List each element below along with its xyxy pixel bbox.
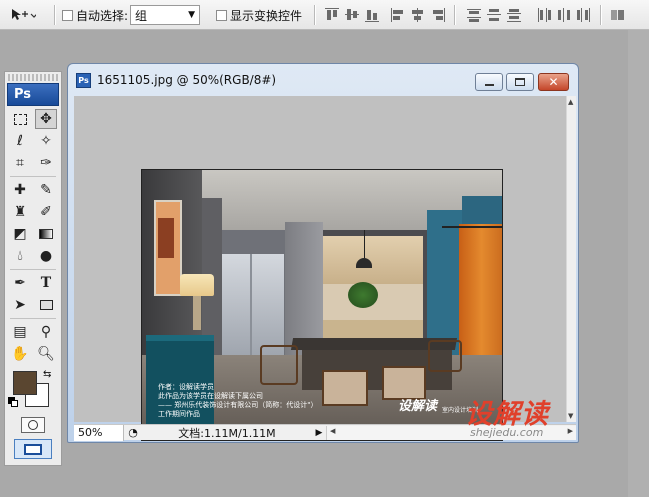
distribute-right-icon[interactable] [576,7,592,23]
scroll-left-icon[interactable]: ◀ [330,427,335,435]
path-selection-tool-icon[interactable]: ➤ [9,295,31,315]
swap-colors-icon[interactable]: ⇆ [43,369,51,380]
watermark-url: shejiedu.com [470,426,544,439]
ps-document-icon: Ps [76,72,91,88]
distribute-top-icon[interactable] [466,7,482,23]
align-bottom-icon[interactable] [364,7,380,23]
type-tool-icon[interactable]: T [35,273,57,293]
align-left-icon[interactable] [390,7,406,23]
move-tool-icon[interactable]: ✥ [35,109,57,129]
workspace-edge [628,30,649,497]
ps-logo: Ps [7,83,59,106]
lasso-tool-icon[interactable]: ℓ [9,131,31,151]
auto-select-dropdown[interactable]: 组 ▼ [130,5,200,25]
options-bar: 自动选择: 组 ▼ 显示变换控件 [0,0,649,30]
distribute-vcenter-icon[interactable] [486,7,502,23]
document-title: 1651105.jpg @ 50%(RGB/8#) [97,73,277,87]
minimize-button[interactable] [475,73,503,91]
document-image[interactable]: 作者：设解读学员 此作品为该学员在设解读下属公司 —— 郑州乐代装饰设计有限公司… [141,169,503,441]
foreground-color-swatch[interactable] [13,371,37,395]
blur-tool-icon[interactable]: 💧︎ [9,246,31,266]
shape-tool-icon[interactable] [35,295,57,315]
distribute-hcenter-icon[interactable] [556,7,572,23]
healing-brush-tool-icon[interactable]: ✚ [9,180,31,200]
pen-tool-icon[interactable]: ✒ [9,273,31,293]
history-brush-tool-icon[interactable]: ✐ [35,202,57,222]
minimize-icon [484,84,494,86]
quick-mask-button[interactable] [21,417,45,433]
photo-credit-line1: 作者：设解读学员 [158,383,214,391]
photo-credit-line2: 此作品为该学员在设解读下属公司 [158,392,263,400]
screen-mode-button[interactable] [14,439,52,459]
auto-select-checkbox[interactable] [62,9,73,21]
distribute-bottom-icon[interactable] [506,7,522,23]
clone-stamp-tool-icon[interactable]: ♜ [9,202,31,222]
maximize-button[interactable] [506,73,534,91]
scroll-up-icon[interactable]: ▲ [568,98,573,106]
default-colors-icon[interactable] [8,397,18,407]
move-tool-preset[interactable] [10,0,36,30]
photo-credit-line3: —— 郑州乐代装饰设计有限公司（简称：代设计"） [158,401,318,409]
align-right-icon[interactable] [430,7,446,23]
align-top-icon[interactable] [324,7,340,23]
show-transform-label: 显示变换控件 [230,8,303,23]
eyedropper-tool-icon[interactable]: ⚲ [35,322,57,342]
canvas-area[interactable]: 作者：设解读学员 此作品为该学员在设解读下属公司 —— 郑州乐代装饰设计有限公司… [74,96,566,441]
scroll-right-icon[interactable]: ▶ [568,427,573,435]
screen-mode-icon [24,443,42,455]
notes-tool-icon[interactable]: ▤ [9,322,31,342]
status-info-icon[interactable]: ◔ [124,426,142,439]
document-size-status: 文档:1.11M/1.11M [178,426,276,440]
scroll-down-icon[interactable]: ▼ [568,412,573,420]
align-hcenter-icon[interactable] [410,7,426,23]
distribute-left-icon[interactable] [536,7,552,23]
brush-tool-icon[interactable]: ✎ [35,180,57,200]
document-window: Ps 1651105.jpg @ 50%(RGB/8#) ✕ 作者：设解读学员 … [67,63,579,443]
close-icon: ✕ [548,75,559,89]
maximize-icon [515,78,525,86]
show-transform-checkbox[interactable] [216,9,227,21]
move-tool-icon [12,9,36,20]
status-menu-arrow-icon[interactable]: ▶ [312,428,326,438]
slice-tool-icon[interactable]: ✑ [35,153,57,173]
zoom-level-field[interactable]: 50% [74,424,124,441]
color-swatches: ⇆ [5,369,61,411]
vertical-scrollbar[interactable]: ▲ ▼ [566,96,576,422]
hand-tool-icon[interactable]: ✋ [9,344,31,364]
marquee-tool-icon[interactable] [9,109,31,129]
magic-wand-tool-icon[interactable]: ✧ [35,131,57,151]
gradient-tool-icon[interactable] [35,224,57,244]
auto-select-value: 组 [135,8,148,23]
eraser-tool-icon[interactable]: ◩ [9,224,31,244]
chevron-down-icon: ▼ [188,10,195,20]
photo-logo: 设解读 [398,399,438,414]
toolbox-grip[interactable] [8,74,58,81]
align-vcenter-icon[interactable] [344,7,360,23]
toolbox: Ps ✥ ℓ ✧ ⌗ ✑ ✚ ✎ ♜ ✐ ◩ 💧︎ ● ✒ T ➤ ▤ ⚲ ✋ [4,71,62,466]
auto-select-label: 自动选择: [76,8,129,23]
dodge-tool-icon[interactable]: ● [35,246,57,266]
crop-tool-icon[interactable]: ⌗ [9,153,31,173]
close-button[interactable]: ✕ [538,73,569,91]
photo-credit-line4: 工作期间作品 [158,410,200,418]
quick-mask-icon [28,420,38,430]
auto-align-layers-icon[interactable] [610,7,626,23]
zoom-tool-icon[interactable]: 🔍︎ [35,344,57,364]
